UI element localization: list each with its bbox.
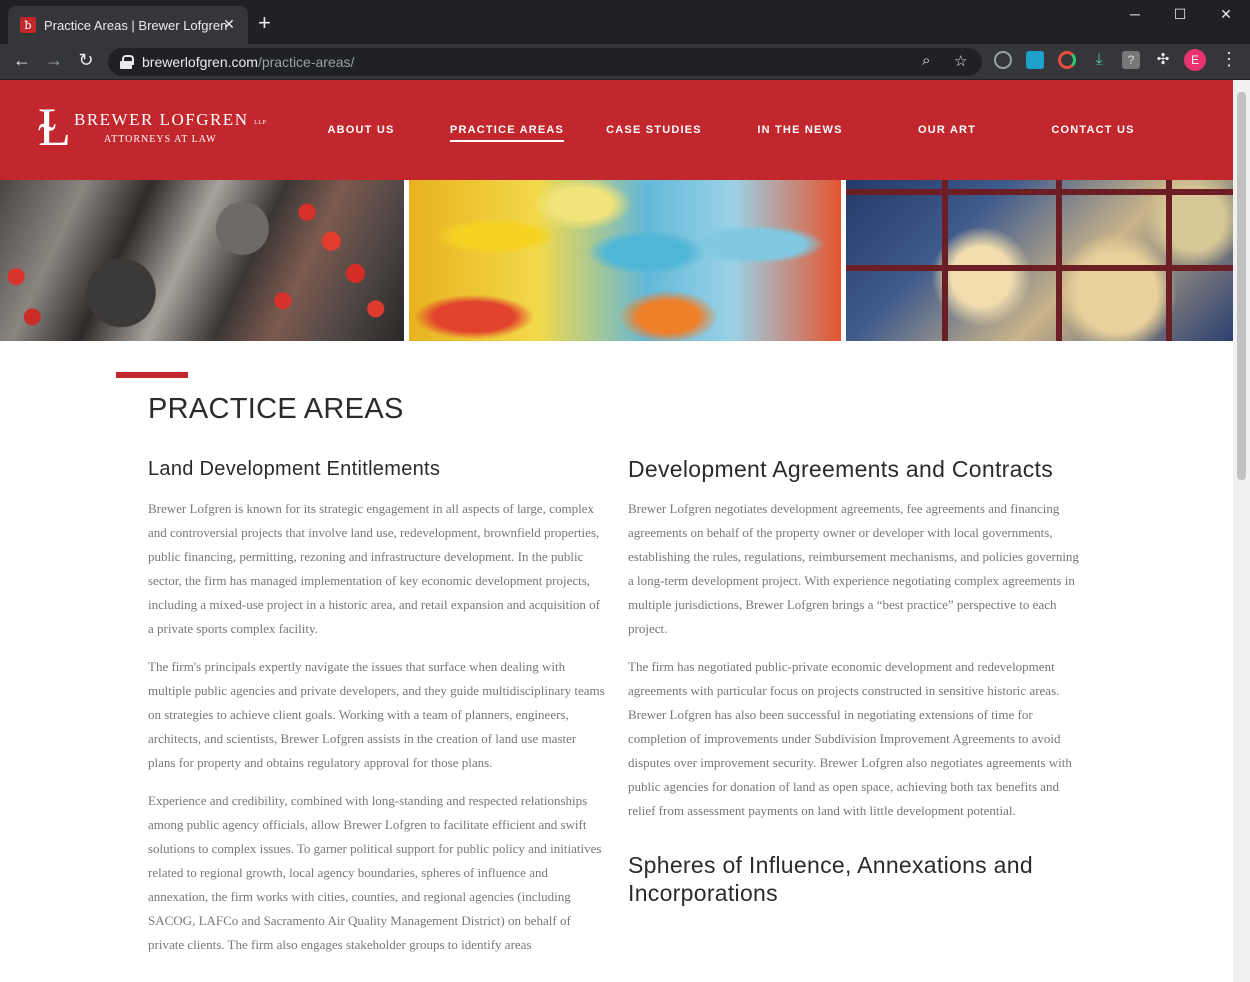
menu-kebab-icon[interactable]: ⋮ [1220,49,1238,70]
page-title: PRACTICE AREAS [148,393,404,425]
url-host: brewerlofgren.com [142,54,258,70]
section-heading: Development Agreements and Contracts [628,456,1054,482]
scrollbar-thumb[interactable] [1237,92,1246,480]
banner-image-ladybugs [0,180,404,341]
logo-name: BREWER LOFGREN LLP [74,110,267,129]
site-header: Ɫ BREWER LOFGREN LLP ATTORNEYS AT LAW AB… [0,80,1233,180]
minimize-icon[interactable]: ─ [1120,6,1150,22]
zoom-icon[interactable]: ⌕ [922,52,930,69]
section-heading-spheres: Spheres of Influence, Annexations and In… [628,852,1033,906]
maximize-icon[interactable]: ☐ [1165,6,1195,23]
title-accent-bar [116,372,188,378]
banner-image-window-art [846,180,1233,341]
download-extension-icon[interactable]: ⤓ [1090,51,1108,69]
site-logo[interactable]: Ɫ BREWER LOFGREN LLP ATTORNEYS AT LAW [38,95,266,162]
logo-llp: LLP [254,120,267,126]
banner-image-abstract-painting [409,180,841,341]
url-path: /practice-areas/ [257,54,355,70]
tab-close-icon[interactable]: ✕ [220,15,238,33]
reload-icon[interactable]: ↻ [74,50,98,71]
browser-tab[interactable]: ƀ Practice Areas | Brewer Lofgren ✕ [8,6,248,44]
address-bar[interactable]: brewerlofgren.com/practice-areas/ ⌕ ☆ [108,48,982,76]
section-paragraph: The firm has negotiated public-private e… [628,659,1072,818]
lock-icon [120,55,134,69]
bookmark-star-icon[interactable]: ☆ [954,52,967,70]
section-paragraph: Brewer Lofgren is known for its strategi… [148,501,600,636]
nav-about-us[interactable]: ABOUT US [327,124,394,136]
site-favicon-icon: ƀ [20,17,36,33]
section-land-development: Land Development Entitlements Brewer Lof… [148,455,606,971]
hero-banner [0,180,1233,341]
browser-titlebar: ƀ Practice Areas | Brewer Lofgren ✕ + ─ … [0,0,1250,44]
section-paragraph: Brewer Lofgren negotiates development ag… [628,501,1079,636]
forward-arrow-icon[interactable]: → [42,50,66,71]
page-viewport: Ɫ BREWER LOFGREN LLP ATTORNEYS AT LAW AB… [0,80,1250,982]
page-scrollbar[interactable] [1233,80,1250,982]
section-heading: Land Development Entitlements [148,458,441,480]
profile-avatar[interactable]: E [1184,49,1206,71]
logo-monogram-icon: Ɫ [38,95,71,158]
extension-icon[interactable] [1058,51,1076,69]
nav-practice-areas[interactable]: PRACTICE AREAS [449,124,565,142]
puzzle-icon[interactable]: ✣ [1154,51,1172,69]
nav-contact-us[interactable]: CONTACT US [1051,124,1134,136]
nav-our-art[interactable]: OUR ART [918,124,976,136]
tab-title: Practice Areas | Brewer Lofgren [44,17,228,33]
help-extension-icon[interactable]: ? [1122,51,1140,69]
extension-icon[interactable] [994,51,1012,69]
new-tab-icon[interactable]: + [258,12,271,34]
section-development-agreements: Development Agreements and Contracts Bre… [628,455,1083,921]
extension-icon[interactable] [1026,51,1044,69]
section-paragraph: Experience and credibility, combined wit… [148,793,602,952]
logo-tagline: ATTORNEYS AT LAW [104,134,217,145]
section-paragraph: The firm's principals expertly navigate … [148,659,605,770]
nav-case-studies[interactable]: CASE STUDIES [606,124,702,136]
back-arrow-icon[interactable]: ← [10,50,34,71]
window-close-icon[interactable]: ✕ [1211,6,1241,23]
nav-in-the-news[interactable]: IN THE NEWS [757,124,842,136]
